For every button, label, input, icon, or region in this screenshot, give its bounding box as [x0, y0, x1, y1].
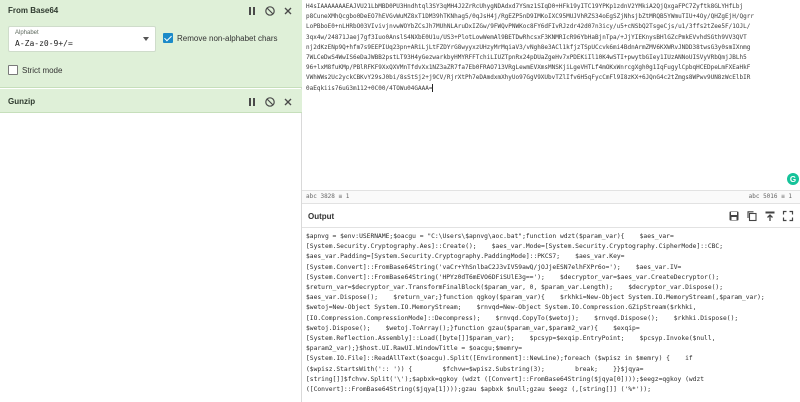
output-line: $apnvg = $env:USERNAME;$oacgu = "C:\User…: [306, 233, 674, 240]
output-stats: abc 5016 ≡ 1: [749, 193, 792, 200]
save-icon[interactable]: [728, 210, 740, 222]
input-stats: abc 3828 ≡ 1: [306, 193, 349, 200]
input-line: 0aEqkiis76uG3m112+0C00/4TOWu04GAAA=: [306, 84, 433, 92]
chars-label: abc: [748, 193, 764, 200]
input-line: 7WLCeDwS4WwIS6eDaJWBB2pstLT93H4yGezwarkb…: [306, 54, 747, 62]
chevron-down-icon: [143, 37, 149, 41]
input-line: LoPBboE0+nLHRbO03VIvivjnvwWOYbZCsJh7MUhN…: [306, 23, 751, 31]
lines-label: ≡: [338, 193, 346, 200]
output-line: ($wpisz.StartsWith(':: ')) { $fchvw=$wpi…: [306, 365, 644, 373]
disable-icon[interactable]: [264, 5, 276, 17]
delete-icon[interactable]: [282, 96, 294, 108]
input-line: p8CuneXMhQcgbo0DeEO7hEVGvWuMZ8xT1DM39hTK…: [306, 13, 754, 21]
operation-title: Gunzip: [8, 97, 36, 106]
remove-non-alphabet-label[interactable]: Remove non-alphabet chars: [177, 34, 278, 43]
strict-mode-label[interactable]: Strict mode: [22, 66, 62, 75]
output-line: [IO.Compression.CompressionMode]::Decomp…: [306, 314, 739, 322]
output-line: $aes_var.Dispose(); $return_var;}functio…: [306, 294, 765, 302]
output-line: $return_var=$decryptor_var.TransformFina…: [306, 284, 724, 292]
output-line: [string[]]$fchvw.Split('\');$apbxk=qgkoy…: [306, 375, 705, 383]
input-line: 96+lxM8fuKMp/PBlRFKF9XxQXVMnTfdvXx1NZ3aZ…: [306, 64, 751, 72]
delete-icon[interactable]: [282, 5, 294, 17]
input-line: nj2dKzENp9Q+hfm7s9EEPIUq23pn+ARiLjLtFZDY…: [306, 43, 751, 51]
output-line: $wetoj.Dispose(); $wetoj.ToArray();}func…: [306, 324, 640, 332]
operation-header: From Base64: [0, 0, 302, 22]
output-line: $wetoj=New-Object System.IO.MemoryStream…: [306, 304, 697, 312]
output-header: Output: [302, 204, 800, 228]
output-line: [System.Reflection.Assembly]::Load([byte…: [306, 335, 716, 343]
recipe-pane: From Base64 Alphabet A-Za-z0-9+/= Remove…: [0, 0, 302, 402]
replace-input-icon[interactable]: [764, 210, 776, 222]
alphabet-label: Alphabet: [15, 30, 39, 36]
output-line-count: 1: [788, 193, 792, 200]
output-line: [System.IO.File]::ReadAllText($oacgu).Sp…: [306, 355, 693, 363]
alphabet-select[interactable]: Alphabet A-Za-z0-9+/=: [8, 26, 156, 52]
output-text[interactable]: $apnvg = $env:USERNAME;$oacgu = "C:\User…: [302, 232, 800, 402]
strict-mode-checkbox[interactable]: [8, 65, 18, 75]
disable-icon[interactable]: [264, 96, 276, 108]
input-line: H4sIAAAAAAAEAJVU21LbMBD0PU3Hndhtql3SY3qM…: [306, 3, 744, 10]
input-line: VWhWWs2Uc2yckCBKvY29sJ0bi/8sStSj2+j9CV/R…: [306, 74, 751, 82]
text-cursor: [432, 84, 434, 93]
operation-header: Gunzip: [0, 89, 302, 111]
input-textarea[interactable]: H4sIAAAAAAAEAJVU21LbMBD0PU3Hndhtql3SY3qM…: [302, 0, 800, 190]
chars-label: abc: [306, 193, 321, 200]
copy-icon[interactable]: [746, 210, 758, 222]
input-line-count: 1: [345, 193, 350, 200]
output-char-count: 5016: [763, 193, 778, 200]
pause-icon[interactable]: [246, 96, 258, 108]
output-line: $aes_var.Padding=[System.Security.Crypto…: [306, 253, 625, 261]
gunzip-operation[interactable]: Gunzip: [0, 89, 302, 113]
remove-non-alphabet-checkbox[interactable]: [163, 33, 173, 43]
operation-title: From Base64: [8, 6, 59, 15]
output-line: [System.Convert]::FromBase64String('HPYz…: [306, 273, 720, 281]
output-line: [System.Security.Cryptography.Aes]::Crea…: [306, 243, 724, 251]
from-base64-operation[interactable]: From Base64 Alphabet A-Za-z0-9+/= Remove…: [0, 0, 302, 88]
input-line: 3qx4w/24871Jaej7gf3Iuo0AnslS4NXbE0U1u/US…: [306, 33, 747, 41]
maximise-icon[interactable]: [782, 210, 794, 222]
input-text[interactable]: H4sIAAAAAAAEAJVU21LbMBD0PU3Hndhtql3SY3qM…: [306, 2, 796, 94]
output-line: $param2_var);}$host.UI.RawUI.WindowTitle…: [306, 345, 523, 353]
svg-text:G: G: [790, 175, 796, 184]
output-line: ([Convert]::FromBase64String($jqya[1])))…: [306, 386, 651, 394]
io-status-bar: abc 3828 ≡ 1 abc 5016 ≡ 1: [302, 190, 800, 204]
pause-icon[interactable]: [246, 5, 258, 17]
output-title: Output: [308, 212, 335, 221]
alphabet-value: A-Za-z0-9+/=: [15, 39, 73, 48]
grammarly-icon[interactable]: G: [786, 172, 800, 188]
output-line: [System.Convert]::FromBase64String('vaCr…: [306, 263, 682, 271]
input-char-count: 3828: [320, 193, 335, 200]
